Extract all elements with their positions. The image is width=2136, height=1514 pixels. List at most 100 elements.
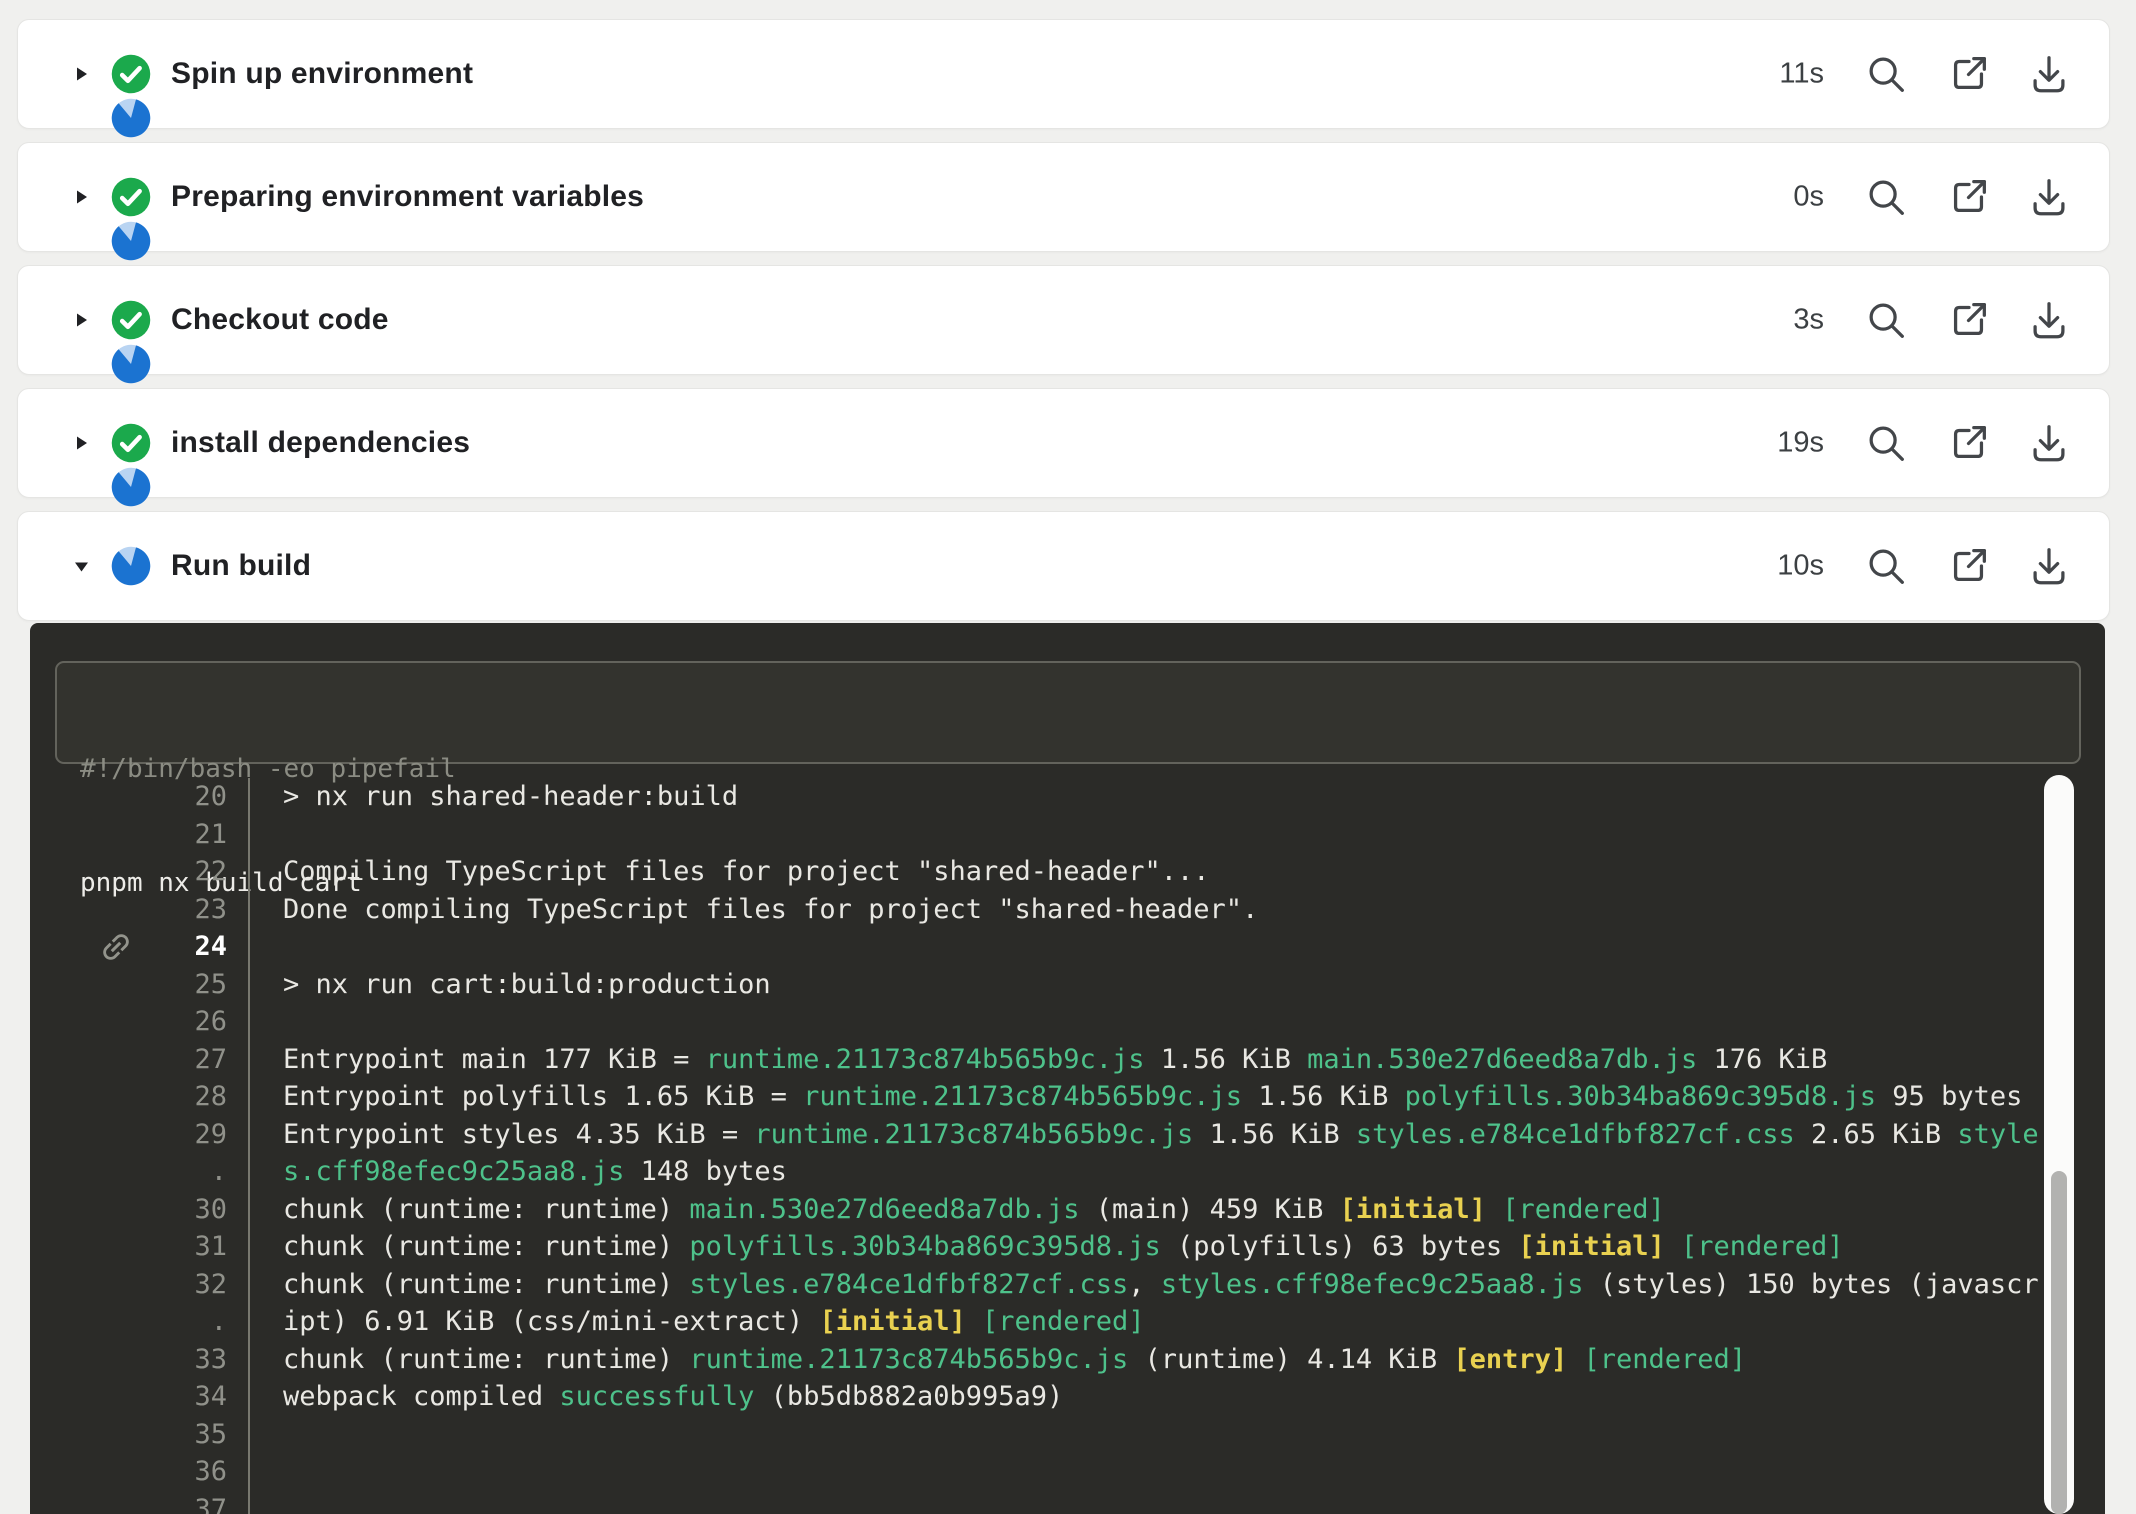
log-line: 24	[30, 928, 2105, 966]
log-line: 26	[30, 1003, 2105, 1041]
line-number[interactable]: 33	[30, 1341, 227, 1379]
step-row[interactable]: Checkout code 3s	[17, 265, 2110, 375]
search-logs-button[interactable]	[1863, 297, 1909, 343]
running-progress-icon	[109, 219, 153, 263]
log-line: 29Entrypoint styles 4.35 KiB = runtime.2…	[30, 1116, 2105, 1154]
download-logs-button[interactable]	[2026, 174, 2072, 220]
terminal-panel: #!/bin/bash -eo pipefail pnpm nx build c…	[30, 623, 2105, 1514]
line-link-icon[interactable]	[98, 929, 134, 965]
running-progress-icon	[109, 465, 153, 509]
line-number[interactable]: 29	[30, 1116, 227, 1154]
line-number[interactable]: 34	[30, 1378, 227, 1416]
step-status-icon	[109, 175, 153, 219]
line-number[interactable]: 31	[30, 1228, 227, 1266]
step-title: install dependencies	[171, 426, 470, 460]
line-number[interactable]: 25	[30, 966, 227, 1004]
step-status-icon	[109, 544, 153, 588]
line-number[interactable]: 28	[30, 1078, 227, 1116]
line-number[interactable]: 21	[30, 816, 227, 854]
step-duration: 10s	[1777, 550, 1824, 583]
log-line: 35	[30, 1416, 2105, 1454]
step-row[interactable]: Run build 10s	[17, 511, 2110, 621]
gutter-divider	[248, 778, 250, 1514]
open-in-new-tab-button[interactable]	[1946, 543, 1992, 589]
step-duration: 19s	[1777, 427, 1824, 460]
line-text: ipt) 6.91 KiB (css/mini-extract) [initia…	[227, 1303, 1145, 1341]
command-box: #!/bin/bash -eo pipefail pnpm nx build c…	[55, 661, 2081, 764]
search-icon	[1863, 51, 1909, 97]
line-number[interactable]: 27	[30, 1041, 227, 1079]
line-text: chunk (runtime: runtime) polyfills.30b34…	[227, 1228, 1844, 1266]
search-logs-button[interactable]	[1863, 420, 1909, 466]
line-number[interactable]: .	[30, 1303, 227, 1341]
open-in-new-tab-button[interactable]	[1946, 420, 1992, 466]
log-line: 23Done compiling TypeScript files for pr…	[30, 891, 2105, 929]
line-number[interactable]: .	[30, 1153, 227, 1191]
line-text: Compiling TypeScript files for project "…	[227, 853, 1210, 891]
search-icon	[1863, 174, 1909, 220]
download-icon	[2026, 543, 2072, 589]
scrollbar-track[interactable]	[2044, 775, 2074, 1514]
log-line: 34webpack compiled successfully (bb5db88…	[30, 1378, 2105, 1416]
step-title: Run build	[171, 549, 311, 583]
step-row[interactable]: install dependencies 19s	[17, 388, 2110, 498]
search-logs-button[interactable]	[1863, 174, 1909, 220]
line-number[interactable]: 32	[30, 1266, 227, 1304]
line-text: webpack compiled successfully (bb5db882a…	[227, 1378, 1063, 1416]
line-number[interactable]: 36	[30, 1453, 227, 1491]
download-icon	[2026, 51, 2072, 97]
collapse-chevron-icon[interactable]	[72, 557, 91, 576]
line-number[interactable]: 26	[30, 1003, 227, 1041]
line-number[interactable]: 20	[30, 778, 227, 816]
line-number[interactable]: 35	[30, 1416, 227, 1454]
log-output: 20> nx run shared-header:build2122Compil…	[30, 778, 2105, 1514]
log-line: 32chunk (runtime: runtime) styles.e784ce…	[30, 1266, 2105, 1304]
step-row[interactable]: Preparing environment variables 0s	[17, 142, 2110, 252]
line-number[interactable]: 23	[30, 891, 227, 929]
log-line: 31chunk (runtime: runtime) polyfills.30b…	[30, 1228, 2105, 1266]
expand-chevron-icon[interactable]	[72, 188, 91, 207]
log-line: 30chunk (runtime: runtime) main.530e27d6…	[30, 1191, 2105, 1229]
step-title: Spin up environment	[171, 57, 473, 91]
download-icon	[2026, 174, 2072, 220]
line-text: chunk (runtime: runtime) main.530e27d6ee…	[227, 1191, 1665, 1229]
line-number[interactable]: 30	[30, 1191, 227, 1229]
search-logs-button[interactable]	[1863, 543, 1909, 589]
open-in-new-tab-button[interactable]	[1946, 297, 1992, 343]
download-logs-button[interactable]	[2026, 297, 2072, 343]
open-in-new-tab-button[interactable]	[1946, 174, 1992, 220]
log-line: 27Entrypoint main 177 KiB = runtime.2117…	[30, 1041, 2105, 1079]
download-logs-button[interactable]	[2026, 420, 2072, 466]
line-number[interactable]: 37	[30, 1491, 227, 1514]
download-logs-button[interactable]	[2026, 51, 2072, 97]
scrollbar-thumb[interactable]	[2051, 1171, 2067, 1514]
open-in-new-icon	[1946, 420, 1992, 466]
open-in-new-tab-button[interactable]	[1946, 51, 1992, 97]
line-text: > nx run cart:build:production	[227, 966, 771, 1004]
expand-chevron-icon[interactable]	[72, 65, 91, 84]
log-line: 33chunk (runtime: runtime) runtime.21173…	[30, 1341, 2105, 1379]
step-duration: 0s	[1793, 181, 1824, 214]
log-line: 21	[30, 816, 2105, 854]
expand-chevron-icon[interactable]	[72, 311, 91, 330]
log-line: 20> nx run shared-header:build	[30, 778, 2105, 816]
step-duration: 11s	[1779, 58, 1824, 91]
line-text: Entrypoint polyfills 1.65 KiB = runtime.…	[227, 1078, 2022, 1116]
search-icon	[1863, 297, 1909, 343]
download-icon	[2026, 420, 2072, 466]
success-check-icon	[109, 421, 153, 465]
step-status-icon	[109, 52, 153, 96]
step-status-icon	[109, 421, 153, 465]
log-line: 36	[30, 1453, 2105, 1491]
step-row[interactable]: Spin up environment 11s	[17, 19, 2110, 129]
search-icon	[1863, 420, 1909, 466]
open-in-new-icon	[1946, 297, 1992, 343]
download-logs-button[interactable]	[2026, 543, 2072, 589]
search-icon	[1863, 543, 1909, 589]
line-number[interactable]: 22	[30, 853, 227, 891]
search-logs-button[interactable]	[1863, 51, 1909, 97]
line-text: s.cff98efec9c25aa8.js 148 bytes	[227, 1153, 787, 1191]
expand-chevron-icon[interactable]	[72, 434, 91, 453]
download-icon	[2026, 297, 2072, 343]
log-line: .ipt) 6.91 KiB (css/mini-extract) [initi…	[30, 1303, 2105, 1341]
